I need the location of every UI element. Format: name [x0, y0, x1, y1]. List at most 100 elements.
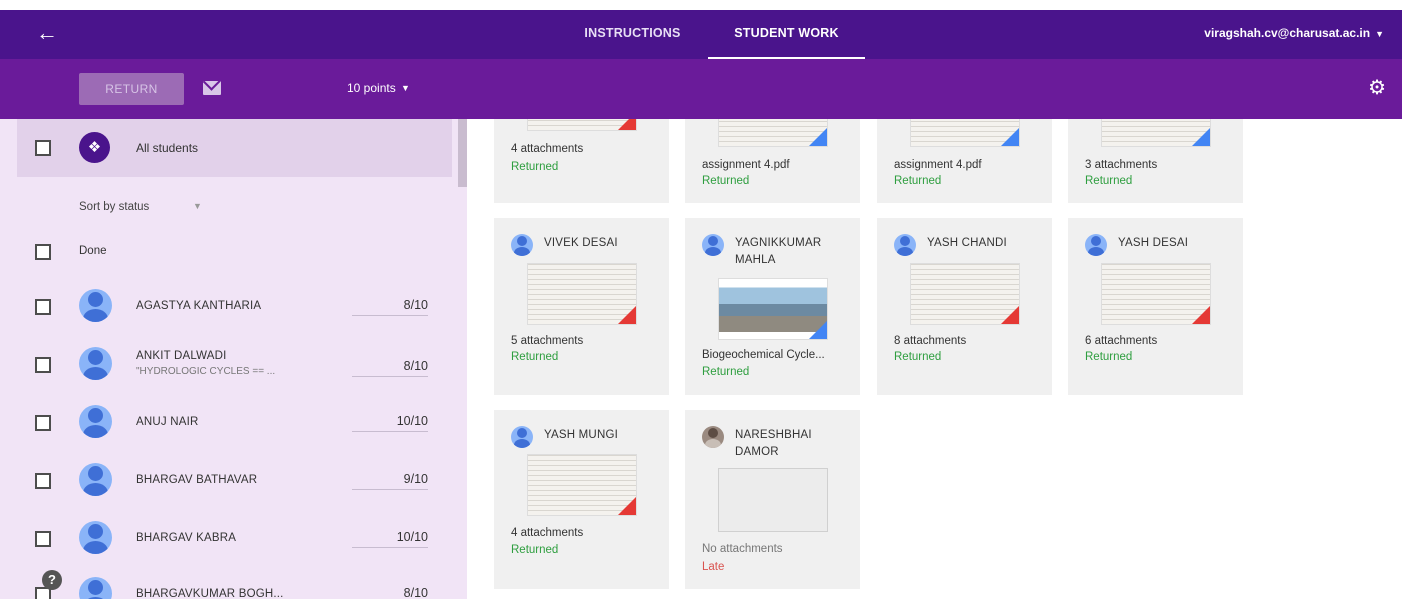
student-row[interactable]: ANUJ NAIR 10/10: [0, 395, 467, 451]
sort-selector[interactable]: Sort by status: [79, 201, 149, 213]
submission-card[interactable]: YASH CHANDI 8 attachments Returned: [877, 218, 1052, 395]
gear-icon[interactable]: ⚙: [1368, 78, 1386, 98]
attachment-summary: assignment 4.pdf: [702, 159, 790, 171]
student-row[interactable]: ANKIT DALWADI "HYDROLOGIC CYCLES == ... …: [0, 337, 467, 393]
points-selector[interactable]: 10 points: [347, 81, 396, 95]
attachment-thumbnail[interactable]: [718, 278, 828, 340]
scrollbar-thumb[interactable]: [458, 119, 467, 187]
student-checkbox[interactable]: [35, 357, 51, 373]
student-name: YAGNIKKUMAR MAHLA: [735, 237, 822, 266]
person-avatar-icon: [79, 463, 112, 496]
person-avatar-icon: [511, 234, 533, 256]
student-checkbox[interactable]: [35, 531, 51, 547]
person-avatar-icon: [702, 426, 724, 448]
file-type-icon: [1192, 306, 1210, 324]
attachment-summary: No attachments: [702, 543, 783, 555]
caret-down-icon[interactable]: ▼: [193, 201, 202, 211]
submission-status: Returned: [511, 351, 559, 363]
private-comment-preview: "HYDROLOGIC CYCLES == ...: [136, 366, 276, 377]
attachment-summary: assignment 4.pdf: [894, 159, 982, 171]
student-row[interactable]: BHARGAV BATHAVAR 9/10: [0, 453, 467, 509]
student-name: YASH MUNGI: [544, 429, 618, 441]
attachment-thumbnail[interactable]: [527, 263, 637, 325]
attachment-thumbnail[interactable]: [527, 454, 637, 516]
person-avatar-icon: [1085, 234, 1107, 256]
submission-status: Returned: [1085, 175, 1133, 187]
group-icon: ❖: [79, 132, 110, 163]
grade-field[interactable]: 9/10: [352, 472, 428, 490]
attachment-thumbnail[interactable]: [910, 263, 1020, 325]
attachment-summary: 4 attachments: [511, 143, 584, 155]
attachment-summary: 6 attachments: [1085, 335, 1158, 347]
student-name: BHARGAV KABRA: [136, 532, 237, 544]
student-checkbox[interactable]: [35, 415, 51, 431]
attachment-summary: 5 attachments: [511, 335, 584, 347]
person-avatar-icon: [79, 289, 112, 322]
top-app-bar: ← INSTRUCTIONS STUDENT WORK viragshah.cv…: [0, 10, 1402, 59]
submission-card[interactable]: YAGNIKKUMAR MAHLA Biogeochemical Cycle..…: [685, 218, 860, 395]
person-avatar-icon: [79, 405, 112, 438]
file-type-icon: [1001, 306, 1019, 324]
all-students-row[interactable]: ❖ All students: [17, 119, 452, 177]
email-icon[interactable]: [203, 81, 221, 95]
person-avatar-icon: [79, 577, 112, 599]
student-name: VIVEK DESAI: [544, 237, 618, 249]
student-checkbox[interactable]: [35, 473, 51, 489]
file-type-icon: [1001, 128, 1019, 146]
all-students-checkbox[interactable]: [35, 140, 51, 156]
attachment-thumbnail[interactable]: [527, 119, 637, 131]
submission-card[interactable]: NARESHBHAI DAMOR No attachments Late: [685, 410, 860, 589]
submission-card[interactable]: assignment 4.pdf Returned: [877, 119, 1052, 203]
student-name: AGASTYA KANTHARIA: [136, 300, 262, 312]
empty-attachment-placeholder: [718, 468, 828, 532]
student-name: NARESHBHAI DAMOR: [735, 429, 812, 458]
classroom-student-work-app: ← INSTRUCTIONS STUDENT WORK viragshah.cv…: [0, 0, 1402, 599]
file-type-icon: [618, 497, 636, 515]
submission-status: Returned: [511, 161, 559, 173]
grade-field[interactable]: 8/10: [352, 359, 428, 377]
student-row[interactable]: BHARGAV KABRA 10/10: [0, 511, 467, 567]
attachment-summary: 4 attachments: [511, 527, 584, 539]
file-type-icon: [618, 306, 636, 324]
submission-status: Returned: [894, 175, 942, 187]
grade-field[interactable]: 8/10: [352, 586, 428, 599]
done-section-label: Done: [79, 245, 107, 257]
attachment-thumbnail[interactable]: [910, 119, 1020, 147]
caret-down-icon[interactable]: ▼: [401, 83, 410, 93]
attachment-summary: 8 attachments: [894, 335, 967, 347]
submission-status: Returned: [1085, 351, 1133, 363]
submission-grid: 4 attachments Returned assignment 4.pdf …: [467, 119, 1402, 599]
student-row[interactable]: AGASTYA KANTHARIA 8/10: [0, 279, 467, 335]
submission-status: Late: [702, 561, 725, 573]
tab-student-work[interactable]: STUDENT WORK: [708, 10, 865, 59]
submission-card[interactable]: VIVEK DESAI 5 attachments Returned: [494, 218, 669, 395]
attachment-summary: 3 attachments: [1085, 159, 1158, 171]
attachment-thumbnail[interactable]: [1101, 263, 1211, 325]
attachment-thumbnail[interactable]: [1101, 119, 1211, 147]
submission-status: Returned: [702, 366, 750, 378]
attachment-thumbnail[interactable]: [718, 119, 828, 147]
submission-card[interactable]: assignment 4.pdf Returned: [685, 119, 860, 203]
grade-field[interactable]: 10/10: [352, 530, 428, 548]
file-type-icon: [618, 119, 636, 130]
person-avatar-icon: [511, 426, 533, 448]
tab-instructions[interactable]: INSTRUCTIONS: [580, 10, 685, 59]
submission-card[interactable]: YASH DESAI 6 attachments Returned: [1068, 218, 1243, 395]
student-checkbox[interactable]: [35, 299, 51, 315]
submission-card[interactable]: YASH MUNGI 4 attachments Returned: [494, 410, 669, 589]
back-arrow-icon[interactable]: ←: [36, 22, 58, 44]
help-icon[interactable]: ?: [42, 570, 62, 590]
file-type-icon: [809, 321, 827, 339]
submission-card[interactable]: 3 attachments Returned: [1068, 119, 1243, 203]
caret-down-icon: ▼: [1375, 29, 1384, 39]
submission-card[interactable]: 4 attachments Returned: [494, 119, 669, 203]
grade-field[interactable]: 10/10: [352, 414, 428, 432]
account-menu[interactable]: viragshah.cv@charusat.ac.in ▼: [1204, 10, 1384, 59]
person-avatar-icon: [79, 521, 112, 554]
student-row[interactable]: BHARGAVKUMAR BOGH... 8/10: [0, 567, 467, 599]
return-button[interactable]: RETURN: [79, 73, 184, 105]
account-email: viragshah.cv@charusat.ac.in: [1204, 26, 1371, 40]
student-name: YASH DESAI: [1118, 237, 1189, 249]
done-checkbox[interactable]: [35, 244, 51, 260]
grade-field[interactable]: 8/10: [352, 298, 428, 316]
